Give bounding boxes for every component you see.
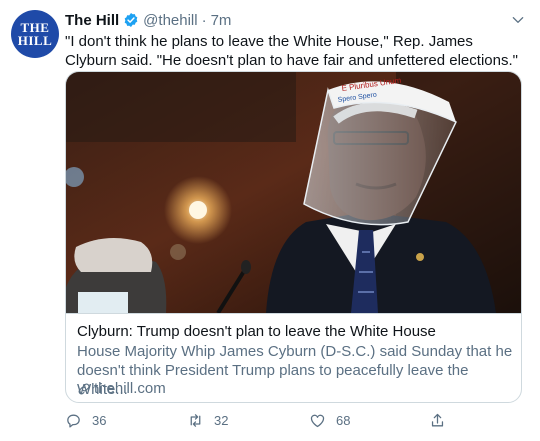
chevron-down-icon[interactable] <box>510 12 526 28</box>
card-title[interactable]: Clyburn: Trump doesn't plan to leave the… <box>77 322 513 341</box>
card-domain-text: thehill.com <box>94 380 166 397</box>
retweet-icon <box>190 414 201 427</box>
reply-count: 36 <box>92 413 107 428</box>
share-icon <box>431 413 444 427</box>
like-count: 68 <box>336 413 351 428</box>
reply-icon <box>67 414 80 428</box>
avatar[interactable]: THE HILL <box>11 10 59 58</box>
verified-badge-icon <box>124 13 138 27</box>
retweet-button[interactable]: 32 <box>187 412 228 429</box>
author-name[interactable]: The Hill <box>65 12 119 29</box>
article-photo: E Pluribus Unum Spero Spero <box>66 72 521 313</box>
card-domain[interactable]: thehill.com <box>77 379 166 398</box>
avatar-text-line2: HILL <box>17 33 53 48</box>
card-body[interactable]: Clyburn: Trump doesn't plan to leave the… <box>66 313 521 402</box>
reply-button[interactable]: 36 <box>65 412 106 429</box>
action-bar: 36 32 68 <box>65 412 445 432</box>
author-handle[interactable]: @thehill <box>143 12 197 29</box>
link-card[interactable]: E Pluribus Unum Spero Spero Clyburn: Tru… <box>65 71 522 403</box>
share-button[interactable] <box>429 412 456 429</box>
timestamp[interactable]: 7m <box>211 12 232 29</box>
retweet-count: 32 <box>214 413 229 428</box>
tweet-text: "I don't think he plans to leave the Whi… <box>65 33 518 69</box>
like-icon <box>310 414 325 428</box>
like-button[interactable]: 68 <box>309 412 350 429</box>
separator-dot: · <box>201 11 207 29</box>
tweet-header: The Hill @thehill · 7m <box>65 10 520 30</box>
link-icon <box>78 383 90 394</box>
tweet[interactable]: THE HILL The Hill @thehill · 7m "I don't… <box>0 0 540 441</box>
